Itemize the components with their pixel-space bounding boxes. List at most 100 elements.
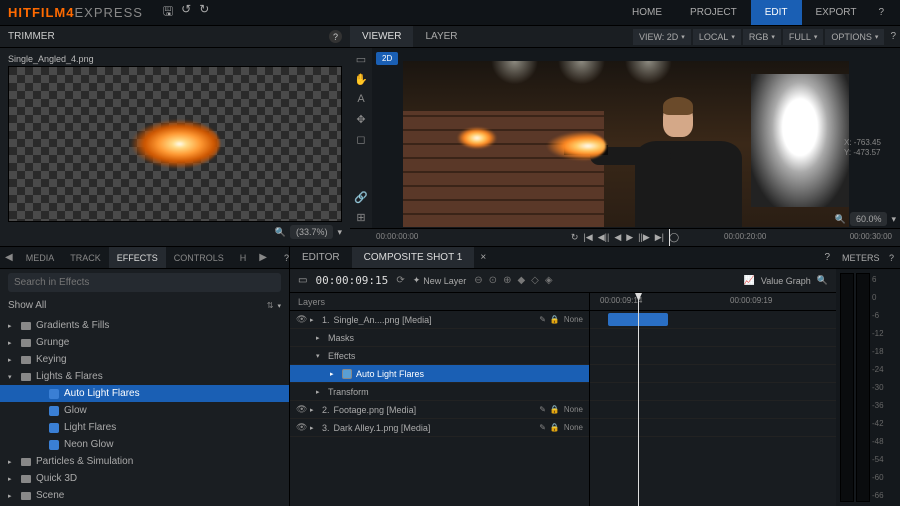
full-dropdown[interactable]: FULL [783,29,824,45]
video-frame[interactable] [412,70,840,218]
panel-nav-next-icon[interactable]: ▶ [254,252,272,263]
viewer-zoom-value[interactable]: 60.0% [850,212,888,226]
goto-end-icon[interactable]: ▶| [655,232,664,243]
panel-nav-prev-icon[interactable]: ◀ [0,252,18,263]
meter-scale-tick: -66 [872,491,896,500]
tab-media[interactable]: MEDIA [18,247,63,268]
edit-icon[interactable]: ✎ [539,405,546,414]
new-layer-button[interactable]: ✦New Layer [413,275,467,286]
tab-composite-shot[interactable]: COMPOSITE SHOT 1 [352,247,475,268]
edit-icon[interactable]: ✎ [539,423,546,432]
prev-frame-icon[interactable]: ◀|| [598,232,610,243]
tab-editor[interactable]: EDITOR [290,247,352,268]
timeline-tracks[interactable]: 00:00:09:14 00:00:09:19 [590,293,836,506]
keyframe-prev-icon[interactable]: ⊖ [474,275,482,286]
viewer-tab-layer[interactable]: LAYER [413,26,469,47]
select-tool-icon[interactable]: ▭ [354,52,368,66]
layer-row[interactable]: 👁▸2.Footage.png [Media]✎🔒None [290,401,589,419]
link-tool-icon[interactable]: 🔗 [354,190,368,204]
rgb-dropdown[interactable]: RGB [743,29,781,45]
layer-row[interactable]: ▾Effects [290,347,589,365]
value-graph-button[interactable]: Value Graph [761,276,811,286]
show-all-dropdown[interactable]: Show All ⇅ [0,296,289,315]
effect-folder[interactable]: ▸Grunge [0,334,289,351]
redo-icon[interactable]: ↻ [199,2,209,23]
lock-icon[interactable]: 🔒 [550,423,560,432]
effects-help-icon[interactable]: ? [284,253,289,263]
effect-folder[interactable]: ▸Quick 3D [0,470,289,487]
tab-controls[interactable]: CONTROLS [166,247,232,268]
zoom-dropdown-icon[interactable]: ▾ [337,227,342,238]
effect-folder[interactable]: ▾Lights & Flares [0,368,289,385]
loop-icon[interactable]: ↻ [571,232,579,243]
local-dropdown[interactable]: LOCAL [693,29,741,45]
viewer-zoom-dropdown-icon[interactable]: ▾ [891,214,896,225]
diamond-icon[interactable]: ◆ [517,275,525,286]
effect-item[interactable]: Auto Light Flares [0,385,289,402]
timeline-help-icon[interactable]: ? [824,252,830,263]
refresh-icon[interactable]: ⟳ [396,275,404,286]
tab-edit[interactable]: EDIT [751,0,802,25]
viewer-help-icon[interactable]: ? [890,31,896,42]
playhead[interactable] [669,229,670,246]
view-mode-dropdown[interactable]: VIEW: 2D [633,29,691,45]
options-dropdown[interactable]: OPTIONS [825,29,884,45]
trimmer-zoom-value[interactable]: (33.7%) [290,225,334,239]
next-frame-icon[interactable]: ||▶ [638,232,650,243]
zoom-out-icon[interactable]: 🔍 [275,227,286,238]
effect-item[interactable]: Neon Glow [0,436,289,453]
viewer-zoom-out-icon[interactable]: 🔍 [835,214,846,225]
undo-icon[interactable]: ↺ [181,2,191,23]
search-input[interactable] [8,273,281,292]
hand-tool-icon[interactable]: ✋ [354,72,368,86]
effect-folder[interactable]: ▸Gradients & Fills [0,317,289,334]
search-layers-icon[interactable]: 🔍 [817,275,828,286]
marker-icon[interactable]: ◇ [531,275,539,286]
effect-folder[interactable]: ▸Keying [0,351,289,368]
timeline-menu-icon[interactable]: ▭ [298,275,307,286]
effect-item[interactable]: Light Flares [0,419,289,436]
effect-folder[interactable]: ▸Scene [0,487,289,504]
view-2d-badge[interactable]: 2D [376,52,398,65]
tab-export[interactable]: EXPORT [802,0,871,25]
edit-icon[interactable]: ✎ [539,315,546,324]
viewer-canvas[interactable]: 2D [372,48,900,228]
lock-icon[interactable]: 🔒 [550,315,560,324]
sort-icon[interactable]: ⇅ [267,301,274,310]
tab-history[interactable]: H [232,247,255,268]
layer-row[interactable]: ▸Transform [290,383,589,401]
tab-effects[interactable]: EFFECTS [109,247,166,268]
tab-track[interactable]: TRACK [62,247,109,268]
effect-item[interactable]: Glow [0,402,289,419]
snap-tool-icon[interactable]: ⊞ [354,210,368,224]
viewer-time-ruler[interactable]: 00:00:00:00 ↻ |◀ ◀|| ◀ ▶ ||▶ ▶| ◯ 00:00:… [350,228,900,246]
mask-tool-icon[interactable]: ◻ [354,132,368,146]
close-tab-icon[interactable]: × [474,252,492,263]
goto-start-icon[interactable]: |◀ [583,232,592,243]
tab-project[interactable]: PROJECT [676,0,751,25]
play-back-icon[interactable]: ◀ [614,232,621,243]
tab-home[interactable]: HOME [618,0,676,25]
trimmer-help-icon[interactable]: ? [329,30,342,43]
layer-row[interactable]: 👁▸1.Single_An....png [Media]✎🔒None [290,311,589,329]
layer-row[interactable]: ▸ Auto Light Flares [290,365,589,383]
save-icon[interactable]: 🖫 [163,2,173,23]
timeline-playhead[interactable] [638,293,639,506]
play-icon[interactable]: ▶ [626,232,633,243]
graph-icon[interactable]: 📈 [744,275,755,286]
meters-help-icon[interactable]: ? [889,253,894,263]
text-tool-icon[interactable]: A [354,92,368,106]
marker2-icon[interactable]: ◈ [545,275,553,286]
layer-row[interactable]: ▸Masks [290,329,589,347]
keyframe-add-icon[interactable]: ⊙ [489,275,497,286]
lock-icon[interactable]: 🔒 [550,405,560,414]
move-tool-icon[interactable]: ✥ [354,112,368,126]
keyframe-next-icon[interactable]: ⊕ [503,275,511,286]
timecode-display[interactable]: 00:00:09:15 [315,274,388,287]
settings-icon[interactable]: ◯ [669,232,679,243]
help-icon[interactable]: ? [870,0,892,25]
viewer-tab-viewer[interactable]: VIEWER [350,26,413,47]
trimmer-preview[interactable] [8,66,342,222]
layer-row[interactable]: 👁▸3.Dark Alley.1.png [Media]✎🔒None [290,419,589,437]
effect-folder[interactable]: ▸Particles & Simulation [0,453,289,470]
